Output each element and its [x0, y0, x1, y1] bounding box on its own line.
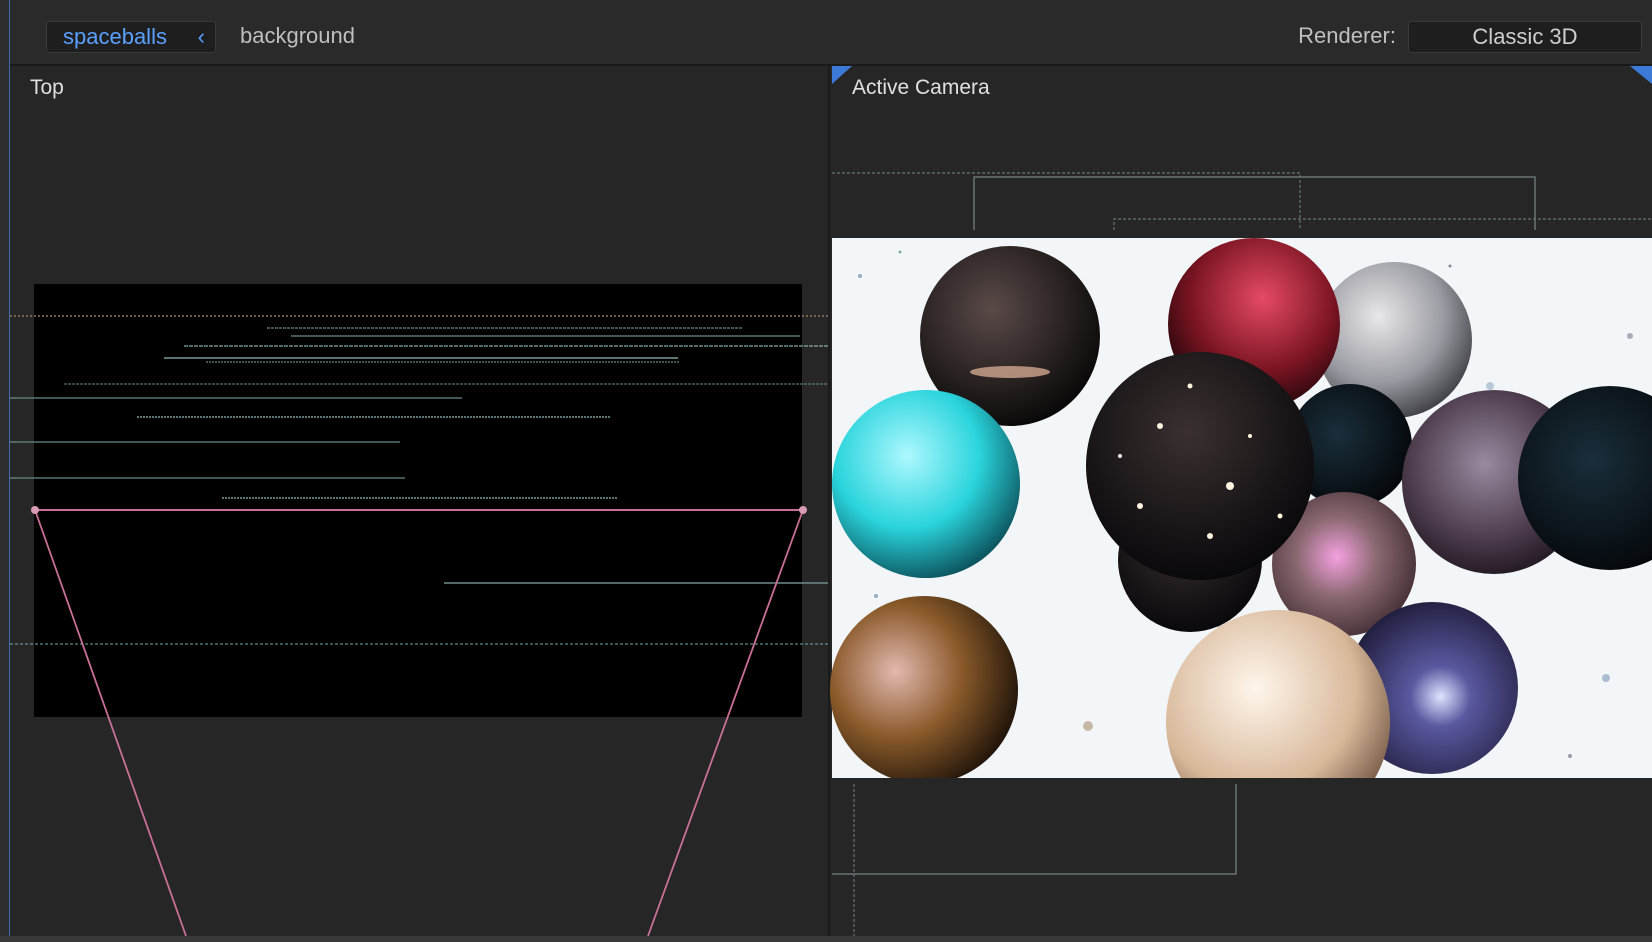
breadcrumb-spaceballs[interactable]: spaceballs ‹ — [46, 21, 216, 53]
top-view-canvas — [10, 284, 828, 936]
timeline-strip — [0, 936, 1652, 942]
scene-plane-top — [34, 284, 802, 717]
viewport-top[interactable]: Top — [10, 66, 830, 936]
corner-handle-icon — [832, 66, 852, 84]
chevron-left-icon[interactable]: ‹ — [198, 24, 215, 50]
breadcrumb-background[interactable]: background — [240, 23, 355, 49]
toolbar: spaceballs ‹ background Renderer: Classi… — [10, 0, 1652, 66]
planet-starfield — [1086, 352, 1314, 580]
frustum-handle-right — [799, 506, 807, 514]
layer-outline — [832, 172, 1301, 230]
breadcrumb-spaceballs-label: spaceballs — [63, 24, 167, 49]
planet-cyan — [832, 390, 1020, 578]
viewport-camera-title: Active Camera — [852, 76, 990, 99]
corner-handle-icon — [1630, 66, 1652, 84]
frustum-handle-left — [31, 506, 39, 514]
layer-outline — [973, 176, 1536, 230]
renderer-select[interactable]: Classic 3D — [1408, 21, 1642, 53]
camera-view-canvas — [830, 66, 1652, 936]
left-panel-edge — [0, 0, 10, 942]
renderer-label: Renderer: — [1298, 23, 1396, 48]
planet-brown — [830, 596, 1018, 784]
viewport-active-camera[interactable]: Active Camera — [830, 66, 1652, 936]
layer-outline — [1113, 218, 1652, 230]
